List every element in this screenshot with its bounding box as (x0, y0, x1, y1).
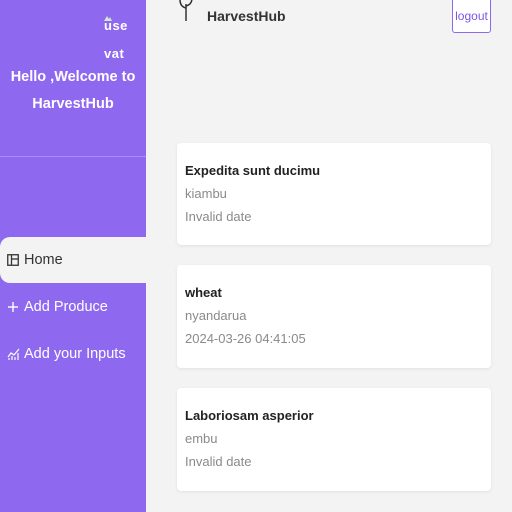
sidebar-item-add-inputs[interactable]: Add your Inputs (0, 331, 146, 377)
sidebar-item-home[interactable]: Home (0, 237, 146, 283)
sidebar-item-label: Add Produce (24, 299, 108, 315)
produce-title: wheat (185, 285, 222, 300)
welcome-line-2: HarvestHub (32, 96, 114, 112)
welcome-line-1: Hello ,Welcome to (10, 69, 136, 85)
plus-icon (6, 300, 20, 314)
produce-title: Expedita sunt ducimu (185, 163, 321, 178)
produce-date: Invalid date (185, 454, 252, 469)
layout-icon (6, 253, 20, 267)
plant-icon (179, 0, 193, 21)
logout-button[interactable]: logout (452, 0, 491, 33)
produce-location: nyandarua (185, 308, 247, 323)
sidebar-item-add-produce[interactable]: Add Produce (0, 284, 146, 330)
produce-card[interactable]: wheat nyandarua 2024-03-26 04:41:05 (177, 265, 491, 368)
sidebar: use vat Hello ,Welcome to HarvestHub Hom… (0, 0, 146, 512)
sidebar-divider (0, 156, 146, 157)
avatar-alt-text: use vat (104, 18, 128, 61)
produce-card[interactable]: Expedita sunt ducimu kiambu Invalid date (177, 143, 491, 245)
produce-location: embu (185, 431, 218, 446)
produce-title: Laboriosam asperior (185, 408, 314, 423)
welcome-message: Hello ,Welcome to HarvestHub (0, 64, 146, 118)
produce-location: kiambu (185, 186, 227, 201)
avatar: use vat (50, 4, 127, 61)
produce-date: 2024-03-26 04:41:05 (185, 331, 306, 346)
chart-icon (6, 347, 20, 361)
sidebar-item-label: Add your Inputs (24, 346, 126, 362)
produce-card[interactable]: Laboriosam asperior embu Invalid date (177, 388, 491, 491)
brand-name: HarvestHub (207, 8, 286, 24)
produce-date: Invalid date (185, 209, 252, 224)
brand: HarvestHub (177, 0, 286, 24)
sidebar-item-label: Home (24, 252, 63, 268)
